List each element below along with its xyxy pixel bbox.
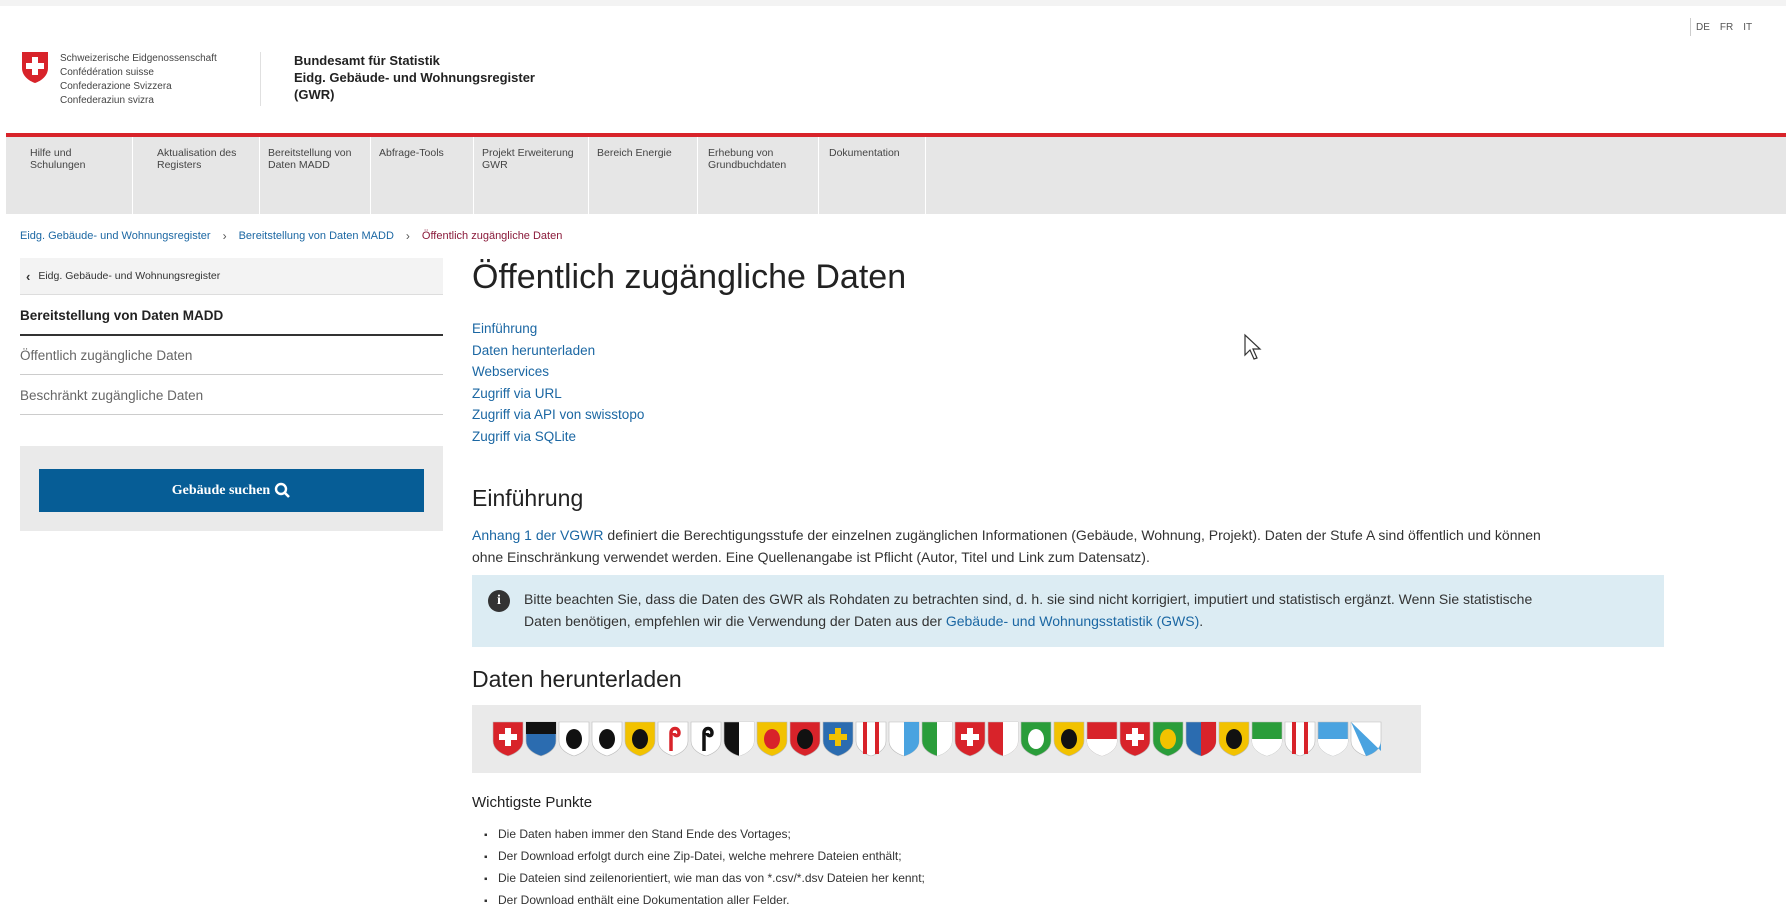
points-list: Die Daten haben immer den Stand Ende des… [484,824,925,912]
breadcrumb-current: Öffentlich zugängliche Daten [421,230,563,242]
canton-flag-icon[interactable] [1251,721,1283,757]
canton-flag-icon[interactable] [1284,721,1316,757]
nav-item-abfrage-tools[interactable]: Abfrage-Tools [371,137,474,214]
language-separator [1690,18,1691,36]
breadcrumb-separator-icon: › [405,229,410,243]
intro-text: ohne Einschränkung verwendet werden. Ein… [472,549,1150,565]
sidebar-item-beschraenkt[interactable]: Beschränkt zugängliche Daten [20,376,443,415]
search-panel: Gebäude suchen [20,446,443,531]
info-line: Daten benötigen, empfehlen wir die Verwe… [524,613,946,629]
main-navigation: Hilfe und Schulungen Aktualisation des R… [6,137,1786,214]
toc-link[interactable]: Daten herunterladen [472,340,644,362]
swiss-cross-icon[interactable] [20,50,50,84]
canton-flag-icon[interactable] [1020,721,1052,757]
canton-flag-icon[interactable] [756,721,788,757]
list-item: Der Download erfolgt durch eine Zip-Date… [484,846,925,868]
breadcrumb-link[interactable]: Eidg. Gebäude- und Wohnungsregister [20,230,211,242]
toc-link[interactable]: Zugriff via SQLite [472,426,644,448]
canton-flag-icon[interactable] [1218,721,1250,757]
canton-flags-panel [472,705,1421,773]
nav-item-grundbuch[interactable]: Erhebung von Grundbuchdaten [698,137,819,214]
breadcrumb: Eidg. Gebäude- und Wohnungsregister › Be… [20,229,562,243]
vgwr-link[interactable]: Anhang 1 der VGWR [472,527,604,543]
nav-item-projekt[interactable]: Projekt Erweiterung GWR [474,137,589,214]
canton-flag-icon[interactable] [822,721,854,757]
sidebar-back-link[interactable]: ‹ Eidg. Gebäude- und Wohnungsregister [20,258,443,295]
search-icon [275,482,291,498]
canton-flag-icon[interactable] [954,721,986,757]
info-text: Bitte beachten Sie, dass die Daten des G… [524,588,1644,632]
gws-link[interactable]: Gebäude- und Wohnungsstatistik (GWS) [946,613,1199,629]
mouse-cursor-icon [1244,333,1262,360]
canton-flag-icon[interactable] [624,721,656,757]
canton-flag-icon[interactable] [492,721,524,757]
canton-flag-icon[interactable] [1086,721,1118,757]
confed-line: Confederaziun svizra [60,95,154,106]
office-name[interactable]: Bundesamt für Statistik Eidg. Gebäude- u… [294,52,535,103]
confed-line: Confédération suisse [60,67,154,78]
canton-flag-icon[interactable] [591,721,623,757]
office-line: (GWR) [294,87,335,102]
page-title: Öffentlich zugängliche Daten [472,258,907,296]
breadcrumb-separator-icon: › [222,229,227,243]
confederation-names[interactable]: Schweizerische Eidgenossenschaft Confédé… [60,52,217,108]
breadcrumb-link[interactable]: Bereitstellung von Daten MADD [239,230,394,242]
nav-item-bereitstellung[interactable]: Bereitstellung von Daten MADD [260,137,371,214]
lang-it[interactable]: IT [1743,22,1752,33]
canton-flag-icon[interactable] [1152,721,1184,757]
table-of-contents: Einführung Daten herunterladen Webservic… [472,318,644,447]
canton-flag-icon[interactable] [1119,721,1151,757]
info-line-end: . [1199,613,1204,629]
nav-item-dokumentation[interactable]: Dokumentation [819,137,926,214]
toc-link[interactable]: Zugriff via API von swisstopo [472,404,644,426]
toc-link[interactable]: Webservices [472,361,644,383]
list-item: Die Daten haben immer den Stand Ende des… [484,824,925,846]
list-item: Der Download enthält eine Dokumentation … [484,890,925,912]
intro-paragraph: Anhang 1 der VGWR definiert die Berechti… [472,524,1672,568]
canton-flag-icon[interactable] [558,721,590,757]
chevron-left-icon: ‹ [26,268,31,284]
canton-flag-icon[interactable] [1317,721,1349,757]
toc-link[interactable]: Einführung [472,318,644,340]
search-building-button[interactable]: Gebäude suchen [39,469,424,512]
canton-flag-icon[interactable] [525,721,557,757]
canton-flag-icon[interactable] [1350,721,1382,757]
nav-item-hilfe[interactable]: Hilfe und Schulungen [6,137,133,214]
header-divider [260,52,261,106]
canton-flag-icon[interactable] [789,721,821,757]
sidebar-item-oeffentlich[interactable]: Öffentlich zugängliche Daten [20,336,443,375]
office-line: Eidg. Gebäude- und Wohnungsregister [294,70,535,85]
canton-flag-icon[interactable] [888,721,920,757]
download-heading: Daten herunterladen [472,666,682,692]
sidebar-section-title[interactable]: Bereitstellung von Daten MADD [20,296,443,336]
canton-flags-row [492,721,1382,757]
intro-text: definiert die Berechtigungsstufe der ein… [603,527,1541,543]
sidebar-back-label: Eidg. Gebäude- und Wohnungsregister [38,270,221,282]
language-switch: DE FR IT [1690,18,1762,36]
canton-flag-icon[interactable] [723,721,755,757]
canton-flag-icon[interactable] [855,721,887,757]
info-box: i Bitte beachten Sie, dass die Daten des… [472,575,1664,647]
points-heading: Wichtigste Punkte [472,794,593,811]
lang-fr[interactable]: FR [1720,22,1733,33]
canton-flag-icon[interactable] [657,721,689,757]
list-item: Die Dateien sind zeilenorientiert, wie m… [484,868,925,890]
office-line: Bundesamt für Statistik [294,53,440,68]
canton-flag-icon[interactable] [987,721,1019,757]
intro-heading: Einführung [472,485,584,511]
lang-de[interactable]: DE [1696,22,1710,33]
info-icon: i [488,590,510,612]
toc-link[interactable]: Zugriff via URL [472,383,644,405]
nav-item-aktualisation[interactable]: Aktualisation des Registers [133,137,260,214]
canton-flag-icon[interactable] [690,721,722,757]
info-line: Bitte beachten Sie, dass die Daten des G… [524,591,1533,607]
canton-flag-icon[interactable] [921,721,953,757]
nav-item-energie[interactable]: Bereich Energie [589,137,698,214]
confed-line: Schweizerische Eidgenossenschaft [60,53,217,64]
search-button-label: Gebäude suchen [171,482,271,498]
confed-line: Confederazione Svizzera [60,81,172,92]
canton-flag-icon[interactable] [1053,721,1085,757]
canton-flag-icon[interactable] [1185,721,1217,757]
top-strip [0,0,1786,6]
